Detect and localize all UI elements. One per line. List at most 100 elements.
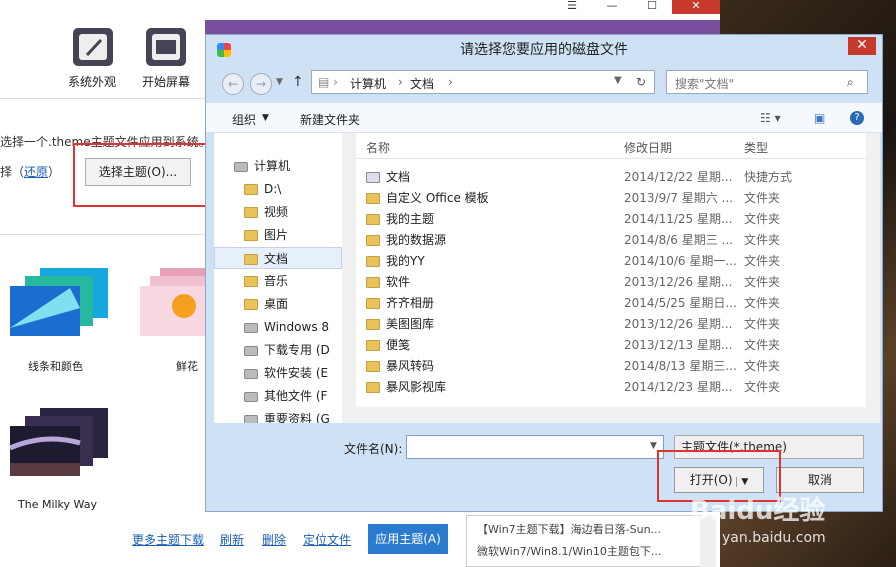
tree-item-videos[interactable]: 视频 <box>214 201 342 223</box>
tree-scrollbar[interactable] <box>342 133 356 423</box>
restore-link[interactable]: 还原 <box>24 165 48 179</box>
folder-icon <box>366 193 380 204</box>
delete-link[interactable]: 删除 <box>262 531 286 548</box>
theme-label-milky-way: The Milky Way <box>18 498 97 511</box>
news-item[interactable]: 【Win7主题下载】海边看日落-Sun... <box>477 521 661 537</box>
folder-icon <box>244 299 258 310</box>
navigation-tree: 计算机 D:\ 视频 图片 文档 音乐 桌面 Windows 8 下载专用 (D… <box>214 133 342 423</box>
file-open-dialog: 请选择您要应用的磁盘文件 ✕ ← → ▼ ↑ ▤ › 计算机 › 文档 › ▼ … <box>205 34 883 512</box>
news-item[interactable]: 微软Win7/Win8.1/Win10主题包下... <box>477 543 661 559</box>
folder-icon <box>366 214 380 225</box>
list-scrollbar[interactable] <box>866 133 880 423</box>
restore-suffix: ） <box>48 165 61 179</box>
tree-item-d-drive[interactable]: D:\ <box>214 178 342 200</box>
file-row[interactable]: 我的YY 2014/10/6 星期一... 文件夹 <box>356 251 866 272</box>
tree-item-pictures[interactable]: 图片 <box>214 224 342 246</box>
folder-icon: ▤ › <box>318 75 338 89</box>
tree-item-documents[interactable]: 文档 <box>214 247 342 269</box>
breadcrumb-documents[interactable]: 文档 <box>410 75 434 92</box>
theme-label-lines: 线条和颜色 <box>28 360 83 373</box>
file-row[interactable]: 暴风影视库 2014/12/23 星期... 文件夹 <box>356 377 866 398</box>
breadcrumb-separator-icon: › <box>398 75 403 89</box>
watermark-url: yan.baidu.com <box>722 530 826 546</box>
view-options-icon[interactable]: ☷ ▾ <box>760 111 781 125</box>
tree-item-windows-drive[interactable]: Windows 8 <box>214 316 342 338</box>
apply-theme-button[interactable]: 应用主题(A) <box>368 524 448 554</box>
theme-thumbnail-flower[interactable] <box>140 268 206 341</box>
watermark-brand: Baidu经验 <box>690 496 826 526</box>
folder-icon <box>244 254 258 265</box>
dialog-toolbar: 组织 ▼ 新建文件夹 ☷ ▾ ▣ ? <box>206 103 882 133</box>
tree-item-important-drive[interactable]: 重要资料 (G <box>214 408 342 423</box>
folder-icon <box>366 319 380 330</box>
grid-icon[interactable] <box>146 28 186 66</box>
file-list: 名称 修改日期 类型 文档 2014/12/22 星期... 快捷方式 自定义 Of… <box>356 133 866 423</box>
tree-item-software-drive[interactable]: 软件安装 (E <box>214 362 342 384</box>
breadcrumb-separator-icon: › <box>448 75 453 89</box>
list-horizontal-scrollbar[interactable] <box>356 407 866 423</box>
filename-input[interactable] <box>406 435 664 459</box>
folder-icon <box>244 276 258 287</box>
file-row[interactable]: 软件 2013/12/26 星期... 文件夹 <box>356 272 866 293</box>
chevron-down-icon[interactable]: ▼ <box>262 113 269 123</box>
locate-file-link[interactable]: 定位文件 <box>303 531 351 548</box>
refresh-link[interactable]: 刷新 <box>220 531 244 548</box>
tree-item-other-drive[interactable]: 其他文件 (F <box>214 385 342 407</box>
filename-label: 文件名(N): <box>344 442 403 456</box>
file-row[interactable]: 齐齐相册 2014/5/25 星期日... 文件夹 <box>356 293 866 314</box>
column-name[interactable]: 名称 <box>366 139 390 156</box>
news-box: 【Win7主题下载】海边看日落-Sun... 微软Win7/Win8.1/Win… <box>466 515 716 567</box>
tree-item-music[interactable]: 音乐 <box>214 270 342 292</box>
drive-icon <box>244 414 258 423</box>
menu-icon[interactable]: ☰ <box>552 0 592 14</box>
drive-icon <box>244 322 258 333</box>
theme-thumbnail-lines[interactable] <box>10 268 110 341</box>
help-icon[interactable]: ? <box>850 111 864 125</box>
drive-icon <box>244 345 258 356</box>
maximize-button[interactable]: ☐ <box>632 0 672 14</box>
refresh-icon[interactable]: ↻ <box>636 75 646 89</box>
restore-prefix: 择（ <box>0 165 25 179</box>
dialog-title: 请选择您要应用的磁盘文件 <box>460 42 628 58</box>
up-arrow-icon[interactable]: ↑ <box>292 74 304 90</box>
breadcrumb-computer[interactable]: 计算机 <box>350 75 386 92</box>
new-folder-button[interactable]: 新建文件夹 <box>300 111 360 128</box>
column-type[interactable]: 类型 <box>744 139 768 156</box>
chevron-down-icon[interactable]: ▼ <box>276 77 283 87</box>
file-row[interactable]: 便笺 2013/12/13 星期... 文件夹 <box>356 335 866 356</box>
column-date[interactable]: 修改日期 <box>624 139 672 156</box>
restore-line: 择（还原） <box>0 163 60 180</box>
theme-thumbnail-milky-way[interactable] <box>9 408 110 481</box>
top-item-start-label: 开始屏幕 <box>142 75 191 89</box>
more-themes-link[interactable]: 更多主题下载 <box>132 531 204 548</box>
tree-item-computer[interactable]: 计算机 <box>214 155 342 177</box>
file-row[interactable]: 暴风转码 2014/8/13 星期三... 文件夹 <box>356 356 866 377</box>
close-window-button[interactable]: ✕ <box>672 0 720 14</box>
search-input[interactable]: 搜索"文档" ⌕ <box>666 70 868 94</box>
file-row[interactable]: 我的主题 2014/11/25 星期... 文件夹 <box>356 209 866 230</box>
tree-item-desktop[interactable]: 桌面 <box>214 293 342 315</box>
folder-icon <box>366 235 380 246</box>
file-row[interactable]: 美图图库 2013/12/26 星期... 文件夹 <box>356 314 866 335</box>
divider <box>0 98 205 99</box>
forward-arrow-icon[interactable]: → <box>250 73 272 95</box>
back-arrow-icon[interactable]: ← <box>222 73 244 95</box>
address-bar[interactable]: ▤ › 计算机 › 文档 › ▼ ↻ <box>311 70 655 94</box>
file-row[interactable]: 我的数据源 2014/8/6 星期三 ... 文件夹 <box>356 230 866 251</box>
dialog-close-button[interactable]: ✕ <box>848 37 876 55</box>
folder-icon <box>244 207 258 218</box>
file-row[interactable]: 自定义 Office 模板 2013/9/7 星期六 ... 文件夹 <box>356 188 866 209</box>
search-icon[interactable]: ⌕ <box>847 75 854 90</box>
organize-menu[interactable]: 组织 <box>232 111 256 128</box>
brush-icon[interactable] <box>73 28 113 66</box>
chevron-down-icon[interactable]: ▼ <box>650 441 657 451</box>
minimize-button[interactable]: — <box>592 0 632 14</box>
file-row[interactable]: 文档 2014/12/22 星期... 快捷方式 <box>356 167 866 188</box>
search-placeholder: 搜索"文档" <box>675 77 735 91</box>
chevron-down-icon[interactable]: ▼ <box>614 75 622 86</box>
folder-icon <box>366 340 380 351</box>
folder-icon <box>366 361 380 372</box>
drive-icon <box>244 391 258 402</box>
preview-pane-icon[interactable]: ▣ <box>814 111 825 125</box>
tree-item-download-drive[interactable]: 下载专用 (D <box>214 339 342 361</box>
